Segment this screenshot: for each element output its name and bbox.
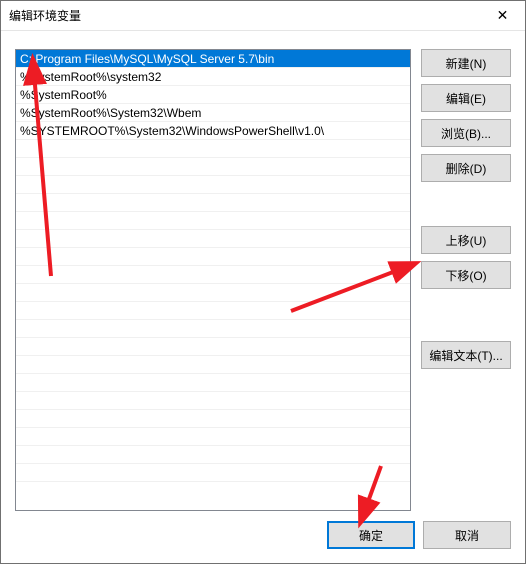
list-item-empty[interactable]: .	[16, 392, 410, 410]
ok-button[interactable]: 确定	[327, 521, 415, 549]
close-icon: ✕	[497, 7, 509, 24]
list-item-empty[interactable]: .	[16, 212, 410, 230]
spacer	[421, 189, 511, 219]
move-down-button[interactable]: 下移(O)	[421, 261, 511, 289]
edit-button[interactable]: 编辑(E)	[421, 84, 511, 112]
path-listbox[interactable]: C:\Program Files\MySQL\MySQL Server 5.7\…	[15, 49, 411, 511]
move-up-button[interactable]: 上移(U)	[421, 226, 511, 254]
list-item-empty[interactable]: .	[16, 410, 410, 428]
cancel-button[interactable]: 取消	[423, 521, 511, 549]
list-item-empty[interactable]: .	[16, 356, 410, 374]
list-item-empty[interactable]: .	[16, 320, 410, 338]
dialog-window: 编辑环境变量 ✕ C:\Program Files\MySQL\MySQL Se…	[0, 0, 526, 564]
content-area: C:\Program Files\MySQL\MySQL Server 5.7\…	[1, 31, 525, 521]
list-item[interactable]: %SystemRoot%	[16, 86, 410, 104]
list-item-empty[interactable]: .	[16, 428, 410, 446]
list-item-empty[interactable]: .	[16, 248, 410, 266]
list-item-empty[interactable]: .	[16, 176, 410, 194]
list-item-empty[interactable]: .	[16, 374, 410, 392]
button-sidebar: 新建(N) 编辑(E) 浏览(B)... 删除(D) 上移(U) 下移(O) 编…	[421, 49, 511, 511]
list-item-empty[interactable]: .	[16, 464, 410, 482]
window-title: 编辑环境变量	[9, 7, 81, 24]
delete-button[interactable]: 删除(D)	[421, 154, 511, 182]
list-item[interactable]: C:\Program Files\MySQL\MySQL Server 5.7\…	[16, 50, 410, 68]
list-item-empty[interactable]: .	[16, 158, 410, 176]
list-item-empty[interactable]: .	[16, 302, 410, 320]
list-item-empty[interactable]: .	[16, 446, 410, 464]
list-item-empty[interactable]: .	[16, 266, 410, 284]
list-item[interactable]: %SystemRoot%\system32	[16, 68, 410, 86]
list-item-empty[interactable]: .	[16, 230, 410, 248]
edit-text-button[interactable]: 编辑文本(T)...	[421, 341, 511, 369]
list-item-empty[interactable]: .	[16, 140, 410, 158]
list-item-empty[interactable]: .	[16, 284, 410, 302]
list-item-empty[interactable]: .	[16, 194, 410, 212]
spacer	[421, 296, 511, 334]
footer: 确定 取消	[1, 521, 525, 563]
list-item[interactable]: %SystemRoot%\System32\Wbem	[16, 104, 410, 122]
new-button[interactable]: 新建(N)	[421, 49, 511, 77]
browse-button[interactable]: 浏览(B)...	[421, 119, 511, 147]
list-item[interactable]: %SYSTEMROOT%\System32\WindowsPowerShell\…	[16, 122, 410, 140]
close-button[interactable]: ✕	[480, 1, 525, 31]
list-item-empty[interactable]: .	[16, 338, 410, 356]
titlebar: 编辑环境变量 ✕	[1, 1, 525, 31]
